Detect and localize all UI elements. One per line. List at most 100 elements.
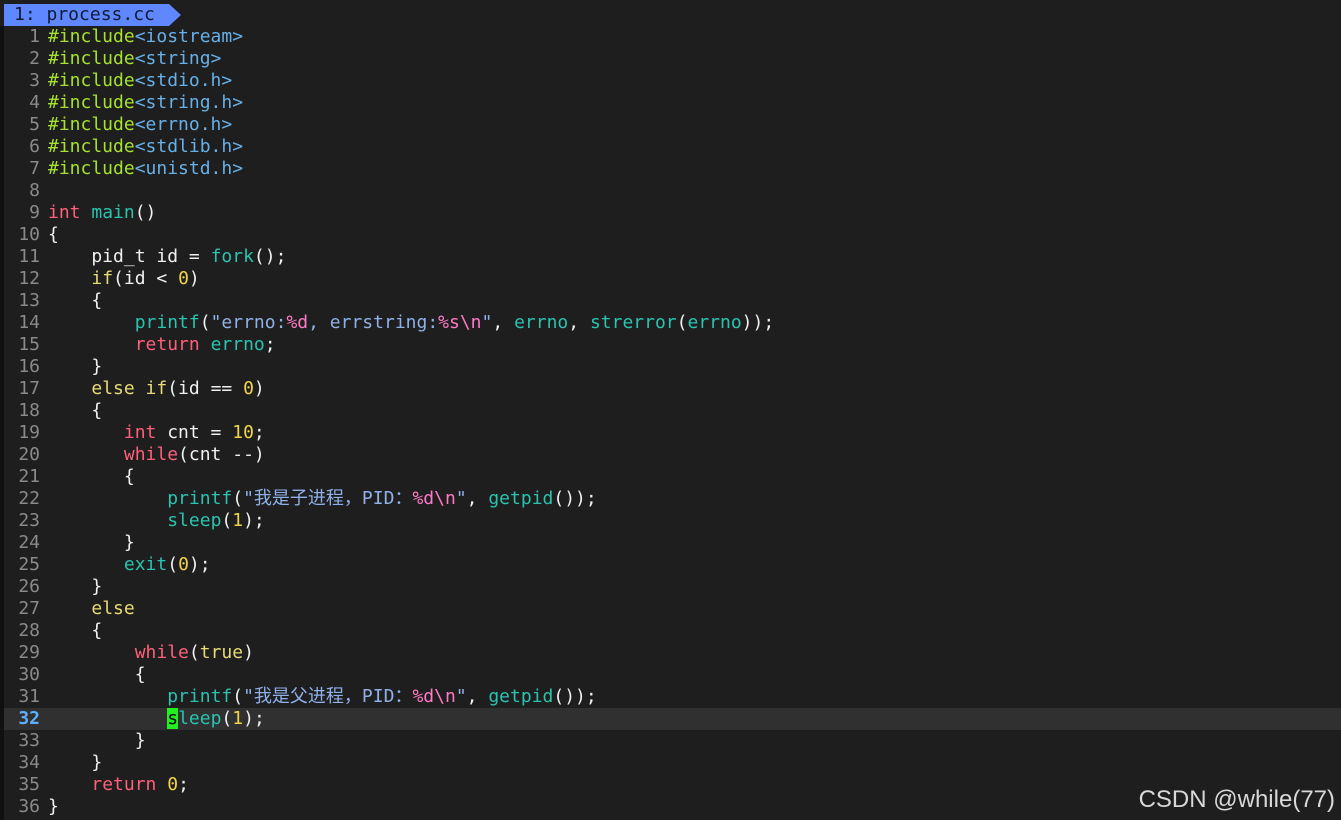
code-token: return bbox=[91, 774, 157, 795]
code-line[interactable]: 24 } bbox=[4, 532, 1341, 554]
tab-process-cc[interactable]: 1: process.cc bbox=[4, 4, 169, 26]
line-text: } bbox=[48, 356, 102, 378]
code-line[interactable]: 16 } bbox=[4, 356, 1341, 378]
code-token: ()); bbox=[553, 686, 597, 707]
code-token: "我是子进程，PID： bbox=[243, 488, 413, 509]
line-number: 21 bbox=[18, 466, 40, 487]
code-line[interactable]: 18 { bbox=[4, 400, 1341, 422]
line-number: 29 bbox=[18, 642, 40, 663]
code-line[interactable]: 2 #include<string> bbox=[4, 48, 1341, 70]
code-token: %s\n bbox=[438, 312, 482, 333]
code-line[interactable]: 10 { bbox=[4, 224, 1341, 246]
code-line[interactable]: 15 return errno; bbox=[4, 334, 1341, 356]
line-text: } bbox=[48, 796, 59, 818]
code-token: #include bbox=[48, 158, 135, 179]
code-token: { bbox=[48, 400, 103, 421]
code-token: () bbox=[134, 202, 157, 223]
code-token: , bbox=[466, 686, 489, 707]
code-token: fork bbox=[210, 246, 254, 267]
code-line[interactable]: 29 while(true) bbox=[4, 642, 1341, 664]
code-token: { bbox=[48, 620, 103, 641]
code-token: ( bbox=[676, 312, 688, 333]
line-text: } bbox=[48, 752, 102, 774]
code-token: 0 bbox=[178, 554, 189, 575]
code-token: ( bbox=[188, 642, 200, 663]
line-text: #include<string.h> bbox=[48, 92, 243, 114]
line-text: else bbox=[48, 598, 134, 620]
line-text: while(cnt --) bbox=[48, 444, 265, 466]
line-text: { bbox=[48, 620, 102, 642]
code-token: "errno: bbox=[210, 312, 287, 333]
code-token: 0 bbox=[243, 378, 254, 399]
line-number: 34 bbox=[18, 752, 40, 773]
code-line[interactable]: 9 int main() bbox=[4, 202, 1341, 224]
code-line[interactable]: 6 #include<stdlib.h> bbox=[4, 136, 1341, 158]
code-line[interactable]: 13 { bbox=[4, 290, 1341, 312]
watermark: CSDN @while(77) bbox=[1138, 786, 1335, 813]
code-token: #include bbox=[48, 48, 135, 69]
code-token: if bbox=[91, 268, 114, 289]
code-line[interactable]: 11 pid_t id = fork(); bbox=[4, 246, 1341, 268]
line-text: #include<unistd.h> bbox=[48, 158, 243, 180]
code-line[interactable]: 12 if(id < 0) bbox=[4, 268, 1341, 290]
line-number: 20 bbox=[18, 444, 40, 465]
code-line[interactable]: 25 exit(0); bbox=[4, 554, 1341, 576]
code-line[interactable]: 4 #include<string.h> bbox=[4, 92, 1341, 114]
line-number: 19 bbox=[18, 422, 40, 443]
code-line[interactable]: 5 #include<errno.h> bbox=[4, 114, 1341, 136]
code-token: <iostream> bbox=[134, 26, 244, 47]
code-line[interactable]: 7 #include<unistd.h> bbox=[4, 158, 1341, 180]
code-token: int bbox=[123, 422, 157, 443]
code-token: 10 bbox=[232, 422, 254, 443]
code-line[interactable]: 3 #include<stdio.h> bbox=[4, 70, 1341, 92]
code-line[interactable]: 32 sleep(1); bbox=[4, 708, 1341, 730]
code-token: ) bbox=[188, 268, 200, 289]
code-token: ; bbox=[264, 334, 276, 355]
code-line[interactable]: 31 printf("我是父进程，PID：%d\n", getpid()); bbox=[4, 686, 1341, 708]
code-token: " bbox=[481, 312, 493, 333]
code-line[interactable]: 26 } bbox=[4, 576, 1341, 598]
line-text: pid_t id = fork(); bbox=[48, 246, 286, 268]
line-number: 25 bbox=[18, 554, 40, 575]
code-token: " bbox=[455, 686, 467, 707]
code-line[interactable]: 30 { bbox=[4, 664, 1341, 686]
code-token: ; bbox=[253, 422, 265, 443]
code-line[interactable]: 22 printf("我是子进程，PID：%d\n", getpid()); bbox=[4, 488, 1341, 510]
code-line[interactable]: 27 else bbox=[4, 598, 1341, 620]
code-line[interactable]: 17 else if(id == 0) bbox=[4, 378, 1341, 400]
code-token: (cnt --) bbox=[178, 444, 265, 465]
code-line[interactable]: 34 } bbox=[4, 752, 1341, 774]
code-line[interactable]: 33 } bbox=[4, 730, 1341, 752]
code-token: <stdlib.h> bbox=[134, 136, 244, 157]
code-line[interactable]: 8 bbox=[4, 180, 1341, 202]
line-number: 5 bbox=[29, 114, 40, 135]
code-token: )); bbox=[741, 312, 775, 333]
line-text: return errno; bbox=[48, 334, 276, 356]
code-line[interactable]: 23 sleep(1); bbox=[4, 510, 1341, 532]
line-number: 30 bbox=[18, 664, 40, 685]
code-token: , bbox=[492, 312, 515, 333]
code-line[interactable]: 28 { bbox=[4, 620, 1341, 642]
code-token: errno bbox=[514, 312, 569, 333]
line-number: 14 bbox=[18, 312, 40, 333]
code-token: (id < bbox=[113, 268, 179, 289]
code-line[interactable]: 14 printf("errno:%d, errstring:%s\n", er… bbox=[4, 312, 1341, 334]
line-number: 22 bbox=[18, 488, 40, 509]
code-buffer[interactable]: 1 #include<iostream> 2 #include<string> 3 #in… bbox=[4, 26, 1341, 818]
line-number: 12 bbox=[18, 268, 40, 289]
code-line[interactable]: 1 #include<iostream> bbox=[4, 26, 1341, 48]
code-token: #include bbox=[48, 136, 135, 157]
line-number: 31 bbox=[18, 686, 40, 707]
code-token: #include bbox=[48, 70, 135, 91]
code-token: <string> bbox=[134, 48, 222, 69]
code-token: #include bbox=[48, 26, 135, 47]
line-number: 8 bbox=[29, 180, 40, 201]
code-line[interactable]: 20 while(cnt --) bbox=[4, 444, 1341, 466]
code-token: %d bbox=[286, 312, 309, 333]
code-token: getpid bbox=[488, 686, 554, 707]
code-line[interactable]: 19 int cnt = 10; bbox=[4, 422, 1341, 444]
code-line[interactable]: 21 { bbox=[4, 466, 1341, 488]
